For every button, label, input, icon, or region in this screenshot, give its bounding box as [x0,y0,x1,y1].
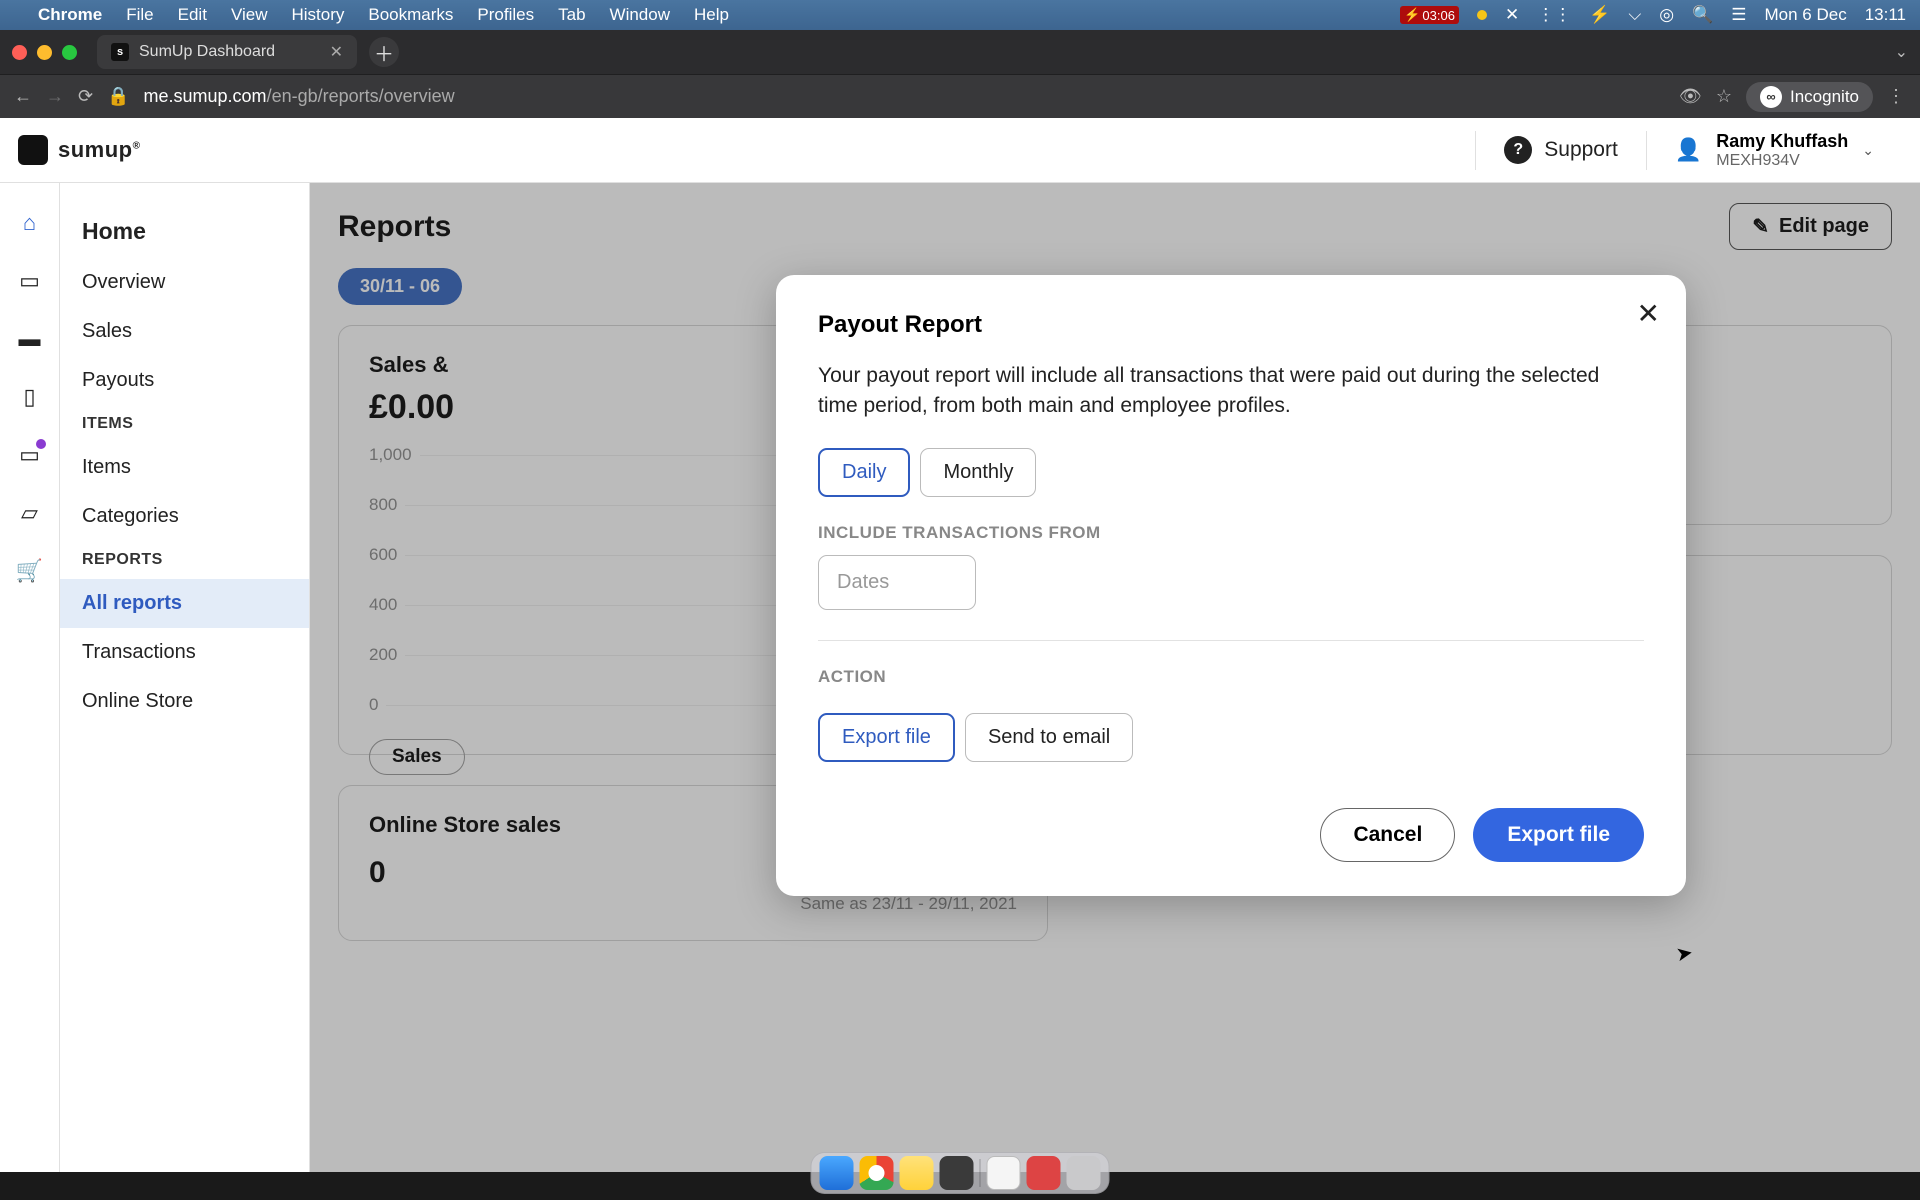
browser-menu-icon[interactable]: ⋮ [1887,86,1906,107]
tab-close-icon[interactable]: ✕ [330,42,343,62]
rail-card-icon[interactable]: ▭ [16,443,44,467]
lock-icon[interactable]: 🔒 [107,86,129,107]
tab-title: SumUp Dashboard [139,43,275,61]
frequency-segmented: Daily Monthly [818,448,1644,497]
sidebar-online-store[interactable]: Online Store [60,677,309,726]
export-file-button[interactable]: Export file [1473,808,1644,862]
dock-chrome-icon[interactable] [860,1156,894,1190]
sidebar-categories[interactable]: Categories [60,492,309,541]
menu-view[interactable]: View [231,5,268,25]
dock-finder-icon[interactable] [820,1156,854,1190]
sidebar-section-reports: REPORTS [60,541,309,579]
sidebar-section-items: ITEMS [60,405,309,443]
account-code: MEXH934V [1716,152,1848,170]
dock-flag-icon[interactable] [1027,1156,1061,1190]
screen-record-icon[interactable] [1477,10,1487,20]
menubar-time[interactable]: 13:11 [1865,5,1906,25]
frequency-daily-button[interactable]: Daily [818,448,910,497]
include-label: INCLUDE TRANSACTIONS FROM [818,523,1644,543]
wifi-icon[interactable]: ⌵ [1628,5,1641,25]
window-minimize-icon[interactable] [37,45,52,60]
browser-tab-strip: s SumUp Dashboard ✕ ＋ ⌄ [0,30,1920,74]
menu-edit[interactable]: Edit [178,5,207,25]
menubar-power-icon[interactable]: ⚡ [1589,5,1610,25]
action-label: ACTION [818,667,1644,687]
support-button[interactable]: ? Support [1475,131,1646,170]
rail-shop-icon[interactable]: ▬ [16,327,44,351]
incognito-badge[interactable]: ∞ Incognito [1746,82,1873,112]
user-icon: 👤 [1675,137,1702,163]
window-close-icon[interactable] [12,45,27,60]
menu-bookmarks[interactable]: Bookmarks [368,5,453,25]
tabs-overflow-icon[interactable]: ⌄ [1895,42,1908,62]
rail-wallet-icon[interactable]: ▭ [16,269,44,293]
app-header: sumup® ? Support 👤 Ramy Khuffash MEXH934… [0,118,1920,183]
menu-window[interactable]: Window [610,5,670,25]
cancel-button[interactable]: Cancel [1320,808,1455,862]
rail-cart-icon[interactable]: 🛒 [16,559,44,583]
brand[interactable]: sumup® [18,135,141,165]
sidebar-sales[interactable]: Sales [60,307,309,356]
bookmark-star-icon[interactable]: ☆ [1716,86,1732,107]
favicon-icon: s [111,43,129,61]
new-tab-button[interactable]: ＋ [369,37,399,67]
sidebar-overview[interactable]: Overview [60,258,309,307]
menu-help[interactable]: Help [694,5,729,25]
close-icon[interactable]: ✕ [1637,297,1660,330]
dock-trash-icon[interactable] [1067,1156,1101,1190]
action-email-button[interactable]: Send to email [965,713,1133,762]
sidebar-items[interactable]: Items [60,443,309,492]
dates-input[interactable]: Dates [818,555,976,610]
menu-tab[interactable]: Tab [558,5,585,25]
control-center-icon[interactable]: ☰ [1731,5,1746,25]
chevron-down-icon: ⌄ [1862,142,1874,159]
modal-title: Payout Report [818,311,1644,339]
window-zoom-icon[interactable] [62,45,77,60]
rail-home-icon[interactable]: ⌂ [16,211,44,235]
menubar-util-icon[interactable]: ✕ [1505,5,1519,25]
sidebar-transactions[interactable]: Transactions [60,628,309,677]
dock-app-icon[interactable] [940,1156,974,1190]
dock-notes-icon[interactable] [900,1156,934,1190]
nav-reload-icon[interactable]: ⟳ [78,86,93,107]
browser-tab[interactable]: s SumUp Dashboard ✕ [97,35,357,69]
battery-low-icon[interactable]: ⚡03:06 [1400,6,1459,24]
incognito-label: Incognito [1790,87,1859,107]
menubar-date[interactable]: Mon 6 Dec [1765,5,1847,25]
rail-file-icon[interactable]: ▯ [16,385,44,409]
brand-logo-icon [18,135,48,165]
nav-rail: ⌂ ▭ ▬ ▯ ▭ ▱ 🛒 [0,183,60,1172]
tracking-icon[interactable]: 👁 [1679,86,1702,107]
macos-menubar: Chrome File Edit View History Bookmarks … [0,0,1920,30]
menu-profiles[interactable]: Profiles [477,5,534,25]
macos-dock [811,1152,1110,1194]
url-text[interactable]: me.sumup.com/en-gb/reports/overview [144,86,455,107]
action-export-button[interactable]: Export file [818,713,955,762]
nav-forward-icon[interactable]: → [46,86,64,107]
sidebar-all-reports[interactable]: All reports [60,579,309,628]
sidebar-home[interactable]: Home [60,205,309,258]
account-name: Ramy Khuffash [1716,131,1848,152]
main-content: Reports ✎ Edit page 30/11 - 06 Sales & £… [310,183,1920,1172]
menubar-snippet-icon[interactable]: ⋮⋮ [1537,5,1571,25]
user-switch-icon[interactable]: ◎ [1659,5,1674,25]
nav-back-icon[interactable]: ← [14,86,32,107]
rail-chat-icon[interactable]: ▱ [16,501,44,525]
menu-history[interactable]: History [291,5,344,25]
payout-report-modal: ✕ Payout Report Your payout report will … [776,275,1686,896]
frequency-monthly-button[interactable]: Monthly [920,448,1036,497]
sidebar-payouts[interactable]: Payouts [60,356,309,405]
sidebar: Home Overview Sales Payouts ITEMS Items … [60,183,310,1172]
incognito-icon: ∞ [1760,86,1782,108]
account-menu[interactable]: 👤 Ramy Khuffash MEXH934V ⌄ [1646,131,1902,170]
action-segmented: Export file Send to email [818,713,1644,762]
menu-file[interactable]: File [126,5,153,25]
help-icon: ? [1504,136,1532,164]
browser-address-bar: ← → ⟳ 🔒 me.sumup.com/en-gb/reports/overv… [0,74,1920,118]
dock-doc-icon[interactable] [987,1156,1021,1190]
modal-description: Your payout report will include all tran… [818,361,1644,422]
spotlight-icon[interactable]: 🔍 [1692,5,1713,25]
menubar-app[interactable]: Chrome [38,5,102,25]
